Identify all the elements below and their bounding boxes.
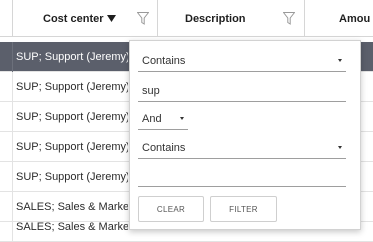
cost-center-cell: SALES; Sales & Market — [16, 200, 128, 213]
cost-center-cell: SALES; Sales & Market — [16, 220, 128, 233]
row-selector-cell — [0, 212, 12, 242]
column-header-label: Description — [185, 12, 246, 25]
sort-descending-icon[interactable] — [107, 15, 116, 22]
row-selector-cell — [0, 132, 12, 162]
grid-header: Cost center Description Amou — [0, 0, 373, 37]
funnel-icon[interactable] — [283, 12, 295, 25]
filter-condition-1-select[interactable]: Contains — [138, 50, 346, 72]
data-grid: Cost center Description Amou SUP; Suppor… — [0, 0, 373, 242]
cost-center-cell: SUP; Support (Jeremy) — [16, 170, 128, 183]
chevron-down-icon — [180, 117, 184, 120]
column-header-cost-center[interactable]: Cost center — [13, 0, 157, 37]
cost-center-cell: SUP; Support (Jeremy) — [16, 140, 128, 153]
clear-button[interactable]: CLEAR — [138, 196, 204, 222]
cell-divider — [12, 42, 13, 72]
filter-button[interactable]: FILTER — [210, 196, 277, 222]
filter-condition-2-value: Contains — [142, 141, 186, 154]
column-header-amount[interactable]: Amou — [305, 0, 373, 37]
row-selector-cell — [0, 102, 12, 132]
chevron-down-icon — [338, 59, 342, 62]
row-selector-cell — [0, 72, 12, 102]
cell-divider — [12, 132, 13, 162]
header-spacer — [0, 0, 12, 37]
cell-divider — [12, 102, 13, 132]
chevron-down-icon — [338, 146, 342, 149]
column-header-label: Cost center — [43, 12, 104, 25]
funnel-icon[interactable] — [137, 12, 149, 25]
filter-value-1-text: sup — [142, 84, 160, 97]
filter-operator-value: And — [142, 112, 162, 125]
cost-center-cell: SUP; Support (Jeremy) — [16, 110, 128, 123]
cell-divider — [12, 212, 13, 242]
filter-condition-1-value: Contains — [142, 54, 186, 67]
cost-center-cell: SUP; Support (Jeremy) — [16, 80, 128, 93]
column-header-label: Amou — [339, 12, 371, 25]
cell-divider — [12, 162, 13, 192]
filter-value-1-input[interactable]: sup — [138, 80, 346, 102]
filter-value-2-input[interactable] — [138, 165, 346, 187]
row-selector-cell — [0, 162, 12, 192]
filter-operator-select[interactable]: And — [138, 108, 188, 130]
column-filter-popup: Contains sup And Contains CLEAR FILTER — [129, 40, 361, 230]
cost-center-cell: SUP; Support (Jeremy) — [16, 50, 128, 63]
row-selector-cell — [0, 42, 12, 72]
cell-divider — [12, 72, 13, 102]
filter-condition-2-select[interactable]: Contains — [138, 137, 346, 159]
